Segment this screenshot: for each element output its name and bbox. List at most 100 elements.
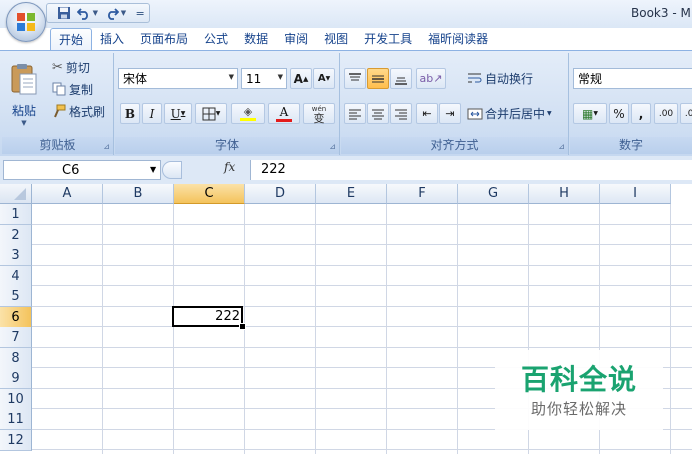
- insert-function-icon[interactable]: fx: [224, 160, 235, 174]
- column-header-b[interactable]: B: [103, 184, 174, 204]
- column-header-h[interactable]: H: [529, 184, 600, 204]
- bold-button[interactable]: B: [120, 103, 140, 124]
- merge-center-button[interactable]: 合并后居中 ▼: [467, 103, 552, 124]
- merge-dropdown-icon: ▼: [547, 110, 552, 117]
- active-cell[interactable]: 222: [172, 306, 243, 327]
- office-logo-icon: [17, 13, 35, 31]
- undo-icon[interactable]: [75, 5, 93, 21]
- window-title: Book3 - M: [631, 6, 691, 20]
- decrease-decimal-button[interactable]: .00: [680, 103, 692, 124]
- phonetic-button[interactable]: wén 变: [303, 103, 335, 124]
- column-header-a[interactable]: A: [32, 184, 103, 204]
- accounting-format-button[interactable]: ▦ ▼: [573, 103, 607, 124]
- format-painter-button[interactable]: 格式刷: [52, 102, 105, 120]
- name-box-dropdown-icon[interactable]: ▼: [150, 165, 156, 174]
- tab-review[interactable]: 审阅: [276, 28, 316, 50]
- italic-button[interactable]: I: [142, 103, 162, 124]
- number-group-label: 数字: [570, 137, 692, 154]
- row-header-12[interactable]: 12: [0, 429, 32, 451]
- customize-qat-icon[interactable]: =: [131, 5, 149, 21]
- formula-input[interactable]: 222: [250, 160, 692, 180]
- tab-foxit-reader[interactable]: 福昕阅读器: [420, 28, 496, 50]
- align-middle-button[interactable]: [367, 68, 389, 89]
- paste-button[interactable]: 粘贴 ▼: [4, 55, 44, 133]
- align-bottom-button[interactable]: [390, 68, 412, 89]
- shrink-font-button[interactable]: A ▼: [313, 68, 335, 89]
- ribbon: 粘贴 ▼ ✂ 剪切 复制 格式刷 剪贴板 ⊿ 宋体 ▼ 11 ▼ A ▲ A ▼ B…: [0, 50, 692, 157]
- paste-dropdown-icon[interactable]: ▼: [21, 119, 26, 127]
- row-header-7[interactable]: 7: [0, 327, 32, 348]
- cut-button[interactable]: ✂ 剪切: [52, 58, 90, 76]
- fill-color-button[interactable]: ◈: [231, 103, 265, 124]
- merge-center-icon: [467, 108, 483, 119]
- orientation-icon: ab↗: [419, 72, 443, 85]
- align-center-button[interactable]: [367, 103, 389, 124]
- redo-icon[interactable]: [103, 5, 121, 21]
- format-painter-label: 格式刷: [69, 104, 106, 119]
- column-header-d[interactable]: D: [245, 184, 316, 204]
- tab-view[interactable]: 视图: [316, 28, 356, 50]
- row-header-11[interactable]: 11: [0, 409, 32, 430]
- row-header-5[interactable]: 5: [0, 286, 32, 307]
- paste-icon: [11, 63, 37, 94]
- font-family-select[interactable]: 宋体 ▼: [118, 68, 238, 89]
- tab-insert[interactable]: 插入: [92, 28, 132, 50]
- font-color-button[interactable]: A: [268, 103, 300, 124]
- row-header-2[interactable]: 2: [0, 224, 32, 246]
- undo-dropdown-icon[interactable]: ▼: [93, 9, 98, 17]
- decrease-indent-button[interactable]: ⇤: [416, 103, 438, 124]
- row-gridline: [32, 449, 692, 450]
- scissors-icon: ✂: [52, 59, 63, 75]
- redo-dropdown-icon[interactable]: ▼: [121, 9, 126, 17]
- borders-button[interactable]: ▼: [195, 103, 227, 124]
- save-icon[interactable]: [55, 5, 73, 21]
- clipboard-launcher-icon[interactable]: ⊿: [103, 142, 110, 151]
- orientation-button[interactable]: ab↗: [416, 68, 446, 89]
- align-left-button[interactable]: [344, 103, 366, 124]
- office-button[interactable]: [6, 2, 46, 42]
- comma-button[interactable]: ,: [631, 103, 651, 124]
- formula-bar: C6 ▼ fx 222: [0, 156, 692, 185]
- row-header-1[interactable]: 1: [0, 204, 32, 225]
- wrap-text-icon: [468, 73, 482, 82]
- copy-icon: [52, 82, 66, 96]
- column-gridline: [315, 204, 316, 454]
- alignment-group: ab↗ 自动换行 ⇤ ⇥ 合并后居中 ▼ 对齐方式 ⊿: [341, 53, 569, 155]
- align-top-button[interactable]: [344, 68, 366, 89]
- formula-bar-splitter[interactable]: [162, 161, 182, 179]
- column-header-i[interactable]: I: [600, 184, 671, 204]
- font-color-icon: A: [279, 104, 289, 119]
- column-header-g[interactable]: G: [458, 184, 529, 204]
- wrap-text-button[interactable]: 自动换行: [467, 68, 533, 89]
- column-header-e[interactable]: E: [316, 184, 387, 204]
- align-right-button[interactable]: [390, 103, 412, 124]
- row-header-8[interactable]: 8: [0, 347, 32, 369]
- number-format-select[interactable]: 常规: [573, 68, 692, 89]
- row-header-4[interactable]: 4: [0, 265, 32, 287]
- font-launcher-icon[interactable]: ⊿: [329, 142, 336, 151]
- font-size-select[interactable]: 11 ▼: [241, 68, 287, 89]
- row-header-9[interactable]: 9: [0, 368, 32, 389]
- borders-icon: [202, 107, 216, 120]
- increase-indent-button[interactable]: ⇥: [439, 103, 461, 124]
- tab-developer[interactable]: 开发工具: [356, 28, 420, 50]
- row-header-3[interactable]: 3: [0, 245, 32, 266]
- column-header-f[interactable]: F: [387, 184, 458, 204]
- row-header-10[interactable]: 10: [0, 388, 32, 410]
- tab-data[interactable]: 数据: [236, 28, 276, 50]
- underline-button[interactable]: U ▼: [164, 103, 192, 124]
- increase-decimal-button[interactable]: .00: [654, 103, 678, 124]
- column-header-c[interactable]: C: [174, 184, 245, 204]
- tab-home[interactable]: 开始: [50, 28, 93, 52]
- alignment-launcher-icon[interactable]: ⊿: [558, 142, 565, 151]
- tab-formulas[interactable]: 公式: [196, 28, 236, 50]
- paste-label: 粘贴: [11, 103, 36, 118]
- percent-button[interactable]: %: [609, 103, 629, 124]
- select-all-corner[interactable]: [0, 184, 32, 204]
- copy-button[interactable]: 复制: [52, 80, 93, 98]
- row-header-6[interactable]: 6: [0, 306, 32, 328]
- name-box[interactable]: C6 ▼: [3, 160, 161, 180]
- fill-handle[interactable]: [239, 323, 246, 330]
- tab-page-layout[interactable]: 页面布局: [132, 28, 196, 50]
- grow-font-button[interactable]: A ▲: [290, 68, 312, 89]
